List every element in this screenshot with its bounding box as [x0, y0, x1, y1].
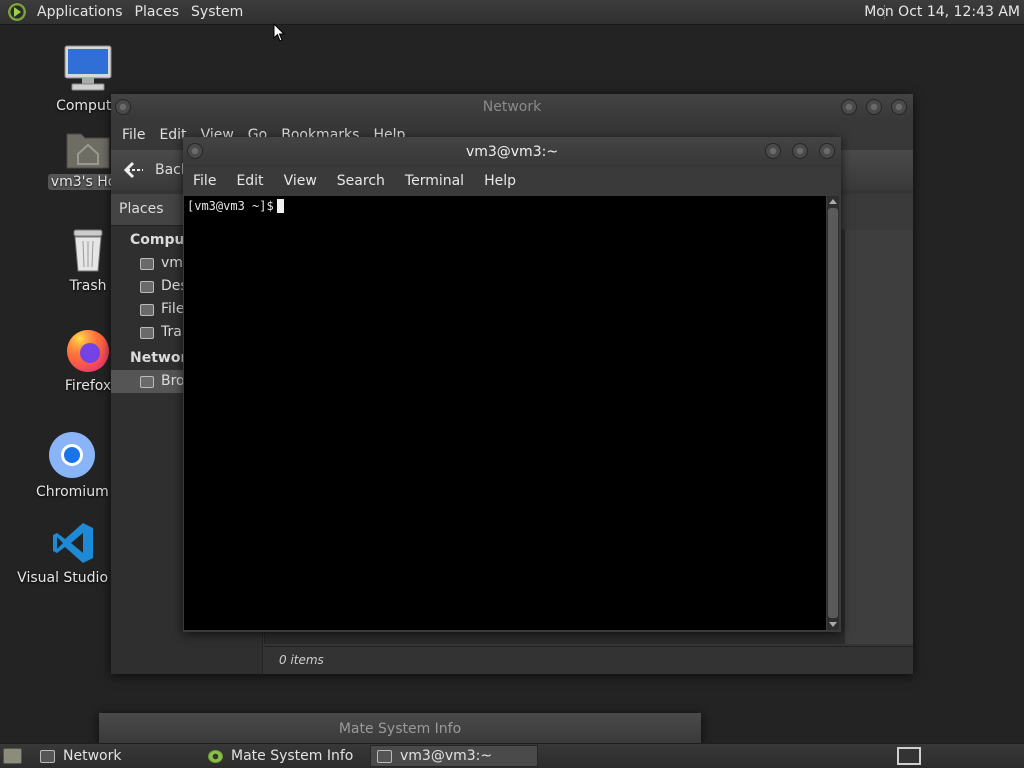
maximize-button[interactable]	[792, 143, 808, 159]
menu-terminal[interactable]: Terminal	[405, 173, 464, 189]
close-button[interactable]	[891, 99, 907, 115]
terminal-screen[interactable]: [vm3@vm3 ~]$	[184, 196, 826, 630]
sidebar-item-label: Tra	[161, 324, 182, 340]
desktop-icon-label: Firefox	[64, 378, 112, 394]
desktop-icon-firefox[interactable]: Firefox	[60, 326, 116, 394]
sidebar-item-label: Bro	[161, 373, 185, 389]
window-title: Mate System Info	[338, 721, 462, 737]
menubar: File Edit View Search Terminal Help	[183, 167, 841, 195]
taskbar-item-label: Mate System Info	[231, 748, 354, 764]
taskbar-item-label: Network	[63, 748, 122, 764]
mouse-pointer-icon	[273, 23, 286, 42]
clock[interactable]: Mon Oct 14, 12:43 AM	[864, 4, 1020, 20]
home-icon	[140, 257, 154, 270]
taskbar-item-label: vm3@vm3:~	[400, 748, 493, 764]
minimize-button[interactable]	[841, 99, 857, 115]
taskbar-item-system-info[interactable]: Mate System Info	[202, 745, 368, 767]
folder-window-icon	[40, 749, 55, 763]
desktop-icon-label: Chromium	[36, 484, 109, 500]
computer-icon	[64, 45, 112, 91]
show-desktop-icon[interactable]	[3, 748, 22, 764]
window-menu-button[interactable]	[115, 99, 131, 115]
top-panel: Applications Places System Mon Oct 14, 1…	[0, 0, 1024, 25]
status-bar: 0 items	[264, 646, 913, 674]
drive-icon	[140, 303, 154, 316]
places-menu[interactable]: Places	[129, 4, 186, 20]
desktop-icon-trash[interactable]: Trash	[58, 228, 118, 294]
scrollbar[interactable]	[827, 196, 839, 630]
applications-menu[interactable]: Applications	[31, 4, 129, 20]
window-title: vm3@vm3:~	[465, 144, 559, 160]
scroll-thumb[interactable]	[828, 208, 838, 618]
trash-icon	[73, 229, 103, 272]
text-cursor	[276, 199, 284, 213]
chromium-icon	[49, 432, 95, 478]
maximize-button[interactable]	[866, 99, 882, 115]
menu-help[interactable]: Help	[484, 173, 516, 189]
window-menu-button[interactable]	[187, 143, 203, 159]
window-titlebar[interactable]: Mate System Info	[99, 713, 701, 743]
back-arrow-icon	[123, 161, 143, 179]
window-titlebar[interactable]: vm3@vm3:~	[183, 137, 841, 167]
trash-icon	[140, 326, 154, 339]
menu-search[interactable]: Search	[337, 173, 385, 189]
mate-logo-icon[interactable]	[7, 2, 27, 22]
close-button[interactable]	[819, 143, 835, 159]
file-view-column	[845, 230, 913, 644]
desktop-folder-icon	[140, 280, 154, 293]
shell-prompt: [vm3@vm3 ~]$	[187, 199, 274, 213]
home-folder-icon	[66, 133, 110, 169]
desktop-icon-label: Trash	[69, 278, 107, 294]
scroll-up-icon[interactable]	[829, 199, 837, 204]
window-title: Network	[482, 99, 542, 115]
minimize-button[interactable]	[765, 143, 781, 159]
mate-icon	[208, 749, 223, 763]
system-menu[interactable]: System	[185, 4, 249, 20]
window-titlebar[interactable]: Network	[111, 94, 913, 120]
desktop-icon-chromium[interactable]: Chromium	[36, 430, 109, 500]
taskbar-item-network[interactable]: Network	[34, 745, 200, 767]
vscode-icon	[53, 523, 93, 563]
menu-view[interactable]: View	[284, 173, 317, 189]
bottom-panel: Network Mate System Info vm3@vm3:~	[0, 743, 1024, 768]
system-info-window: Mate System Info	[99, 713, 701, 743]
back-button[interactable]: Back	[123, 161, 189, 179]
scroll-down-icon[interactable]	[829, 622, 837, 627]
sidebar-item-label: File	[161, 301, 185, 317]
menu-file[interactable]: File	[193, 173, 216, 189]
menu-file[interactable]: File	[122, 127, 145, 143]
workspace-switcher[interactable]	[897, 747, 921, 765]
taskbar-item-terminal[interactable]: vm3@vm3:~	[370, 745, 538, 767]
terminal-window: vm3@vm3:~ File Edit View Search Terminal…	[183, 137, 841, 632]
menu-edit[interactable]: Edit	[236, 173, 263, 189]
firefox-icon	[67, 330, 109, 372]
terminal-icon	[377, 749, 392, 763]
network-icon	[140, 375, 154, 388]
